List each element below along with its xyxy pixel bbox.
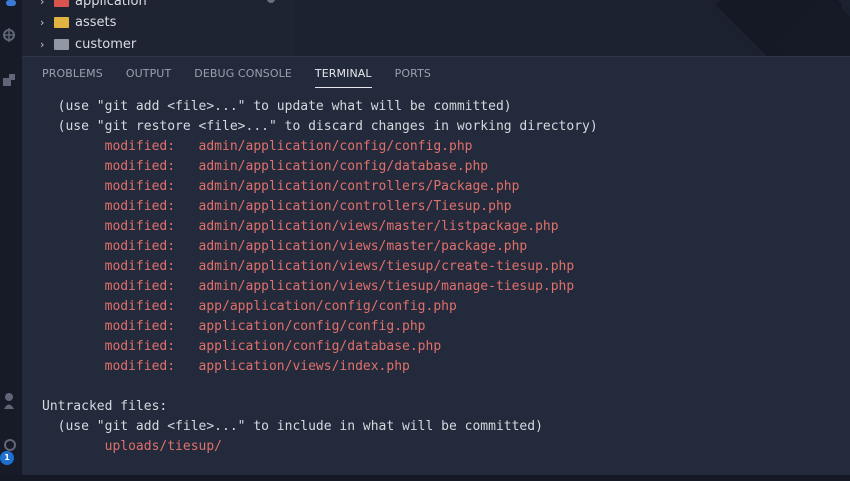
terminal-line: (use "git add <file>..." to update what … [42,99,512,114]
tab-ports[interactable]: PORTS [395,67,431,87]
terminal-line: modified: admin/application/controllers/… [42,179,520,194]
terminal-line: modified: admin/application/views/tiesup… [42,259,575,274]
modified-dot-icon [267,0,275,3]
terminal-line: (use "git add <file>..." to include in w… [42,419,543,434]
terminal-line: modified: admin/application/config/datab… [42,159,489,174]
terminal-line: modified: application/views/index.php [42,359,410,374]
notification-badge: 1 [0,451,14,465]
terminal-line: modified: admin/application/views/master… [42,219,559,234]
terminal-line: modified: admin/application/views/tiesup… [42,279,575,294]
terminal-output[interactable]: (use "git add <file>..." to update what … [42,97,850,457]
debug-icon[interactable] [0,24,22,46]
chevron-right-icon: › [40,0,45,8]
status-bar [0,475,850,481]
terminal-line: modified: app/application/config/config.… [42,299,457,314]
tree-item-customer[interactable]: › customer [40,34,136,54]
tab-terminal[interactable]: TERMINAL [314,67,372,88]
explorer-tree: › application › assets › customer [22,0,294,56]
tree-item-label: assets [75,14,117,30]
folder-icon [54,38,69,50]
accounts-icon[interactable] [0,392,22,410]
activity-bar: 1 [0,0,22,475]
terminal-line: (use "git restore <file>..." to discard … [42,119,598,134]
tree-item-label: customer [75,36,137,52]
terminal-line: modified: admin/application/config/confi… [42,139,473,154]
terminal-line: uploads/tiesup/ [42,439,223,454]
explorer-icon[interactable] [0,0,22,10]
tree-item-assets[interactable]: › assets [40,12,116,32]
tab-output[interactable]: OUTPUT [126,67,171,87]
terminal-line: modified: admin/application/controllers/… [42,199,512,214]
chevron-right-icon: › [40,37,45,51]
panel-tabs: PROBLEMS OUTPUT DEBUG CONSOLE TERMINAL P… [42,67,454,89]
tab-debug-console[interactable]: DEBUG CONSOLE [194,67,292,87]
terminal-line: modified: admin/application/views/master… [42,239,528,254]
folder-icon [54,16,69,28]
tree-item-application[interactable]: › application [40,0,147,11]
terminal-line: modified: application/config/config.php [42,319,426,334]
chevron-right-icon: › [40,15,45,29]
terminal-line: Untracked files: [42,399,168,414]
tree-item-label: application [75,0,147,9]
settings-gear-icon[interactable] [0,438,22,452]
editor-area [294,0,850,56]
bottom-panel: PROBLEMS OUTPUT DEBUG CONSOLE TERMINAL P… [22,56,850,476]
extensions-icon[interactable] [0,74,22,90]
terminal-line: modified: application/config/database.ph… [42,339,442,354]
tab-problems[interactable]: PROBLEMS [42,67,103,87]
folder-icon [54,0,69,7]
